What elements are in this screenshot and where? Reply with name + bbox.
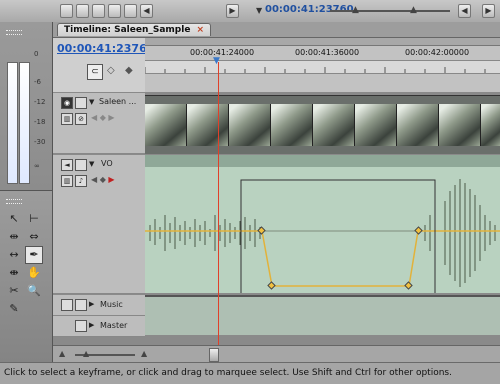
slider-thumb-icon[interactable]: ▲	[352, 5, 359, 15]
tab-timeline[interactable]: Timeline: Saleen_Sample ×	[57, 23, 211, 36]
scroll-left-icon[interactable]: ◀	[140, 4, 153, 18]
meter-db-label: -12	[34, 98, 46, 106]
track-name: Music	[100, 300, 123, 309]
lock-toggle[interactable]	[75, 159, 87, 171]
music-track-header: ▶ Music	[53, 295, 145, 316]
scroll-thumb[interactable]	[209, 348, 219, 362]
zoom-out-icon[interactable]: ▲	[59, 349, 65, 358]
pen-tool-icon[interactable]: ✒	[25, 246, 43, 264]
video-thumbnail	[271, 104, 313, 146]
meter-right-channel	[19, 62, 30, 184]
slider-thumb-icon[interactable]: ▲	[83, 349, 89, 358]
master-track-header: ▶ Master	[53, 316, 145, 337]
ruler-ticks	[145, 67, 486, 73]
meter-db-label: ∞	[34, 162, 40, 170]
track-name: Master	[100, 321, 128, 330]
ruler-bar[interactable]	[145, 60, 500, 74]
panel-grip-icon	[6, 199, 22, 204]
toolbar-button[interactable]	[60, 4, 73, 18]
time-ruler[interactable]: 00:00:41:24000 00:00:41:36000 00:00:42:0…	[145, 38, 500, 92]
scroll-right-icon[interactable]: ▶	[482, 4, 495, 18]
panel-grip-icon	[6, 30, 22, 35]
snap-icon[interactable]: ⊂	[87, 64, 103, 80]
video-thumbnail	[439, 104, 481, 146]
expand-triangle-icon[interactable]: ▶	[89, 321, 94, 329]
video-thumbnail	[397, 104, 439, 146]
keyframe-nav-icon[interactable]: ◀ ◆ ▶	[91, 113, 115, 122]
video-thumbnail	[229, 104, 271, 146]
marker-icon[interactable]: ◇	[107, 65, 115, 76]
toolbar-button[interactable]	[92, 4, 105, 18]
scroll-right-icon[interactable]: ▶	[226, 4, 239, 18]
video-thumbnail	[355, 104, 397, 146]
toolbar-button[interactable]	[108, 4, 121, 18]
playhead-line[interactable]	[218, 62, 219, 345]
expand-triangle-icon[interactable]: ▼	[89, 98, 94, 106]
video-thumbnail	[187, 104, 229, 146]
tools-panel: ↖ ⊢ ⇹ ⇔ ↔ ✒ ⇼ ✋ ✂ 🔍 ✎	[0, 190, 52, 363]
display-style-icon[interactable]: ▥	[61, 113, 73, 125]
expand-triangle-icon[interactable]: ▶	[89, 300, 94, 308]
meter-db-label: 0	[34, 50, 39, 58]
razor-tool-icon[interactable]: ✂	[6, 283, 22, 299]
lock-toggle[interactable]	[75, 320, 87, 332]
toolbar-button[interactable]	[124, 4, 137, 18]
meter-left-channel	[7, 62, 18, 184]
meter-db-label: -30	[34, 138, 46, 146]
hand-tool-icon[interactable]: ✋	[26, 265, 42, 281]
slide-tool-icon[interactable]: ✎	[6, 301, 22, 317]
rate-stretch-tool-icon[interactable]: ⇔	[26, 229, 42, 245]
ruler-tick-label: 00:00:41:24000	[190, 48, 255, 57]
status-bar: Click to select a keyframe, or click and…	[0, 362, 500, 384]
music-master-track-area[interactable]	[145, 295, 500, 335]
ruler-tick-label: 00:00:42:00000	[405, 48, 470, 57]
selection-tool-icon[interactable]: ↖	[6, 211, 22, 227]
vo-track-header: ◄ ▼ VO ▥ ♪ ◀ ◆ ▶	[53, 155, 145, 294]
eye-icon[interactable]: ◉	[61, 97, 73, 109]
timeline-tab-bar: Timeline: Saleen_Sample ×	[53, 22, 500, 38]
track-name: VO	[101, 159, 113, 168]
speaker-icon[interactable]: ◄	[61, 159, 73, 171]
rolling-edit-tool-icon[interactable]: ↔	[6, 247, 22, 263]
lock-toggle[interactable]	[75, 97, 87, 109]
status-text: Click to select a keyframe, or click and…	[4, 368, 452, 378]
mute-toggle[interactable]	[61, 299, 73, 311]
dropdown-icon[interactable]: ▼	[256, 6, 262, 15]
slip-tool-icon[interactable]: ⇼	[6, 265, 22, 281]
zoom-in-icon[interactable]: ▲	[141, 349, 147, 358]
waveform-display-icon[interactable]: ▥	[61, 175, 73, 187]
close-icon[interactable]: ×	[196, 25, 204, 35]
meter-db-label: -6	[34, 78, 41, 86]
audio-waveform	[145, 179, 500, 293]
ripple-edit-tool-icon[interactable]: ⇹	[6, 229, 22, 245]
playhead-marker-icon[interactable]: ▼	[213, 56, 220, 66]
tab-title: Timeline: Saleen_Sample	[64, 25, 191, 35]
zoom-tool-icon[interactable]: 🔍	[26, 283, 42, 299]
track-divider	[145, 295, 500, 297]
video-clip[interactable]	[145, 95, 500, 154]
video-thumbnail	[481, 104, 500, 146]
video-thumbnail	[313, 104, 355, 146]
keyframes-off-icon[interactable]: ⊘	[75, 113, 87, 125]
slider-thumb-icon[interactable]: ▲	[410, 5, 417, 15]
lock-toggle[interactable]	[75, 299, 87, 311]
video-track-header: ◉ ▼ Saleen ... ▥ ⊘ ◀ ◆ ▶	[53, 93, 145, 154]
track-name: Saleen ...	[99, 97, 137, 106]
vo-audio-clip[interactable]	[145, 155, 500, 293]
ruler-tick-label: 00:00:41:36000	[295, 48, 360, 57]
timeline-zoom-bar[interactable]: ▲ ▲ ▲	[53, 345, 500, 362]
keyframes-icon[interactable]: ♪	[75, 175, 87, 187]
track-select-tool-icon[interactable]: ⊢	[26, 211, 42, 227]
zoom-bar[interactable]	[145, 38, 500, 46]
meter-db-label: -18	[34, 118, 46, 126]
scroll-left-icon[interactable]: ◀	[458, 4, 471, 18]
expand-triangle-icon[interactable]: ▼	[89, 160, 94, 168]
keyframe-icon[interactable]: ◆	[125, 65, 133, 76]
top-toolbar: ◀ ▶ ▼ 00:00:41:23760 ▲ ▲ ◀ ▶	[0, 0, 500, 23]
video-thumbnail	[145, 104, 187, 146]
sequence-timecode[interactable]: 00:00:41:23760	[57, 42, 154, 55]
toolbar-button[interactable]	[76, 4, 89, 18]
zoom-slider[interactable]: ▲ ▲	[330, 5, 450, 15]
keyframe-nav-icon[interactable]: ◀ ◆ ▶	[91, 175, 115, 184]
